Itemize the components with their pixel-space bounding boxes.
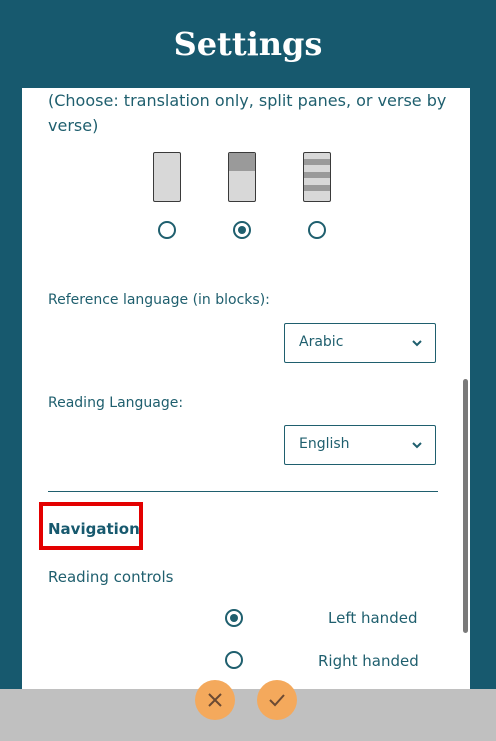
reference-language-select[interactable]: Arabic [284, 323, 436, 363]
chevron-down-icon [412, 340, 422, 347]
right-handed-label: Right handed [318, 652, 419, 670]
layout-radio-split-panes[interactable] [233, 221, 251, 239]
footer-bar [0, 680, 496, 741]
reference-language-label: Reference language (in blocks): [48, 292, 270, 308]
right-handed-radio[interactable] [225, 651, 243, 669]
layout-radio-translation-only[interactable] [158, 221, 176, 239]
highlight-box [39, 502, 143, 550]
left-handed-radio[interactable] [225, 609, 243, 627]
reference-language-value: Arabic [299, 334, 344, 350]
settings-panel: (Choose: translation only, split panes, … [22, 88, 470, 698]
reading-controls-label: Reading controls [48, 568, 174, 586]
page-title: Settings [173, 25, 323, 63]
layout-radio-verse-by-verse[interactable] [308, 221, 326, 239]
chevron-down-icon [412, 442, 422, 449]
section-divider [48, 491, 438, 492]
layout-description: (Choose: translation only, split panes, … [48, 91, 447, 135]
reading-language-select[interactable]: English [284, 425, 436, 465]
scrollbar[interactable] [463, 379, 468, 633]
check-icon [269, 694, 285, 707]
reading-language-value: English [299, 436, 350, 452]
cancel-button[interactable] [195, 680, 235, 720]
split-panes-layout-icon [228, 152, 256, 202]
verse-by-verse-layout-icon [303, 152, 331, 202]
confirm-button[interactable] [257, 680, 297, 720]
translation-only-layout-icon [153, 152, 181, 202]
close-icon [208, 693, 222, 707]
left-handed-label: Left handed [328, 609, 418, 627]
reading-language-label: Reading Language: [48, 395, 184, 411]
